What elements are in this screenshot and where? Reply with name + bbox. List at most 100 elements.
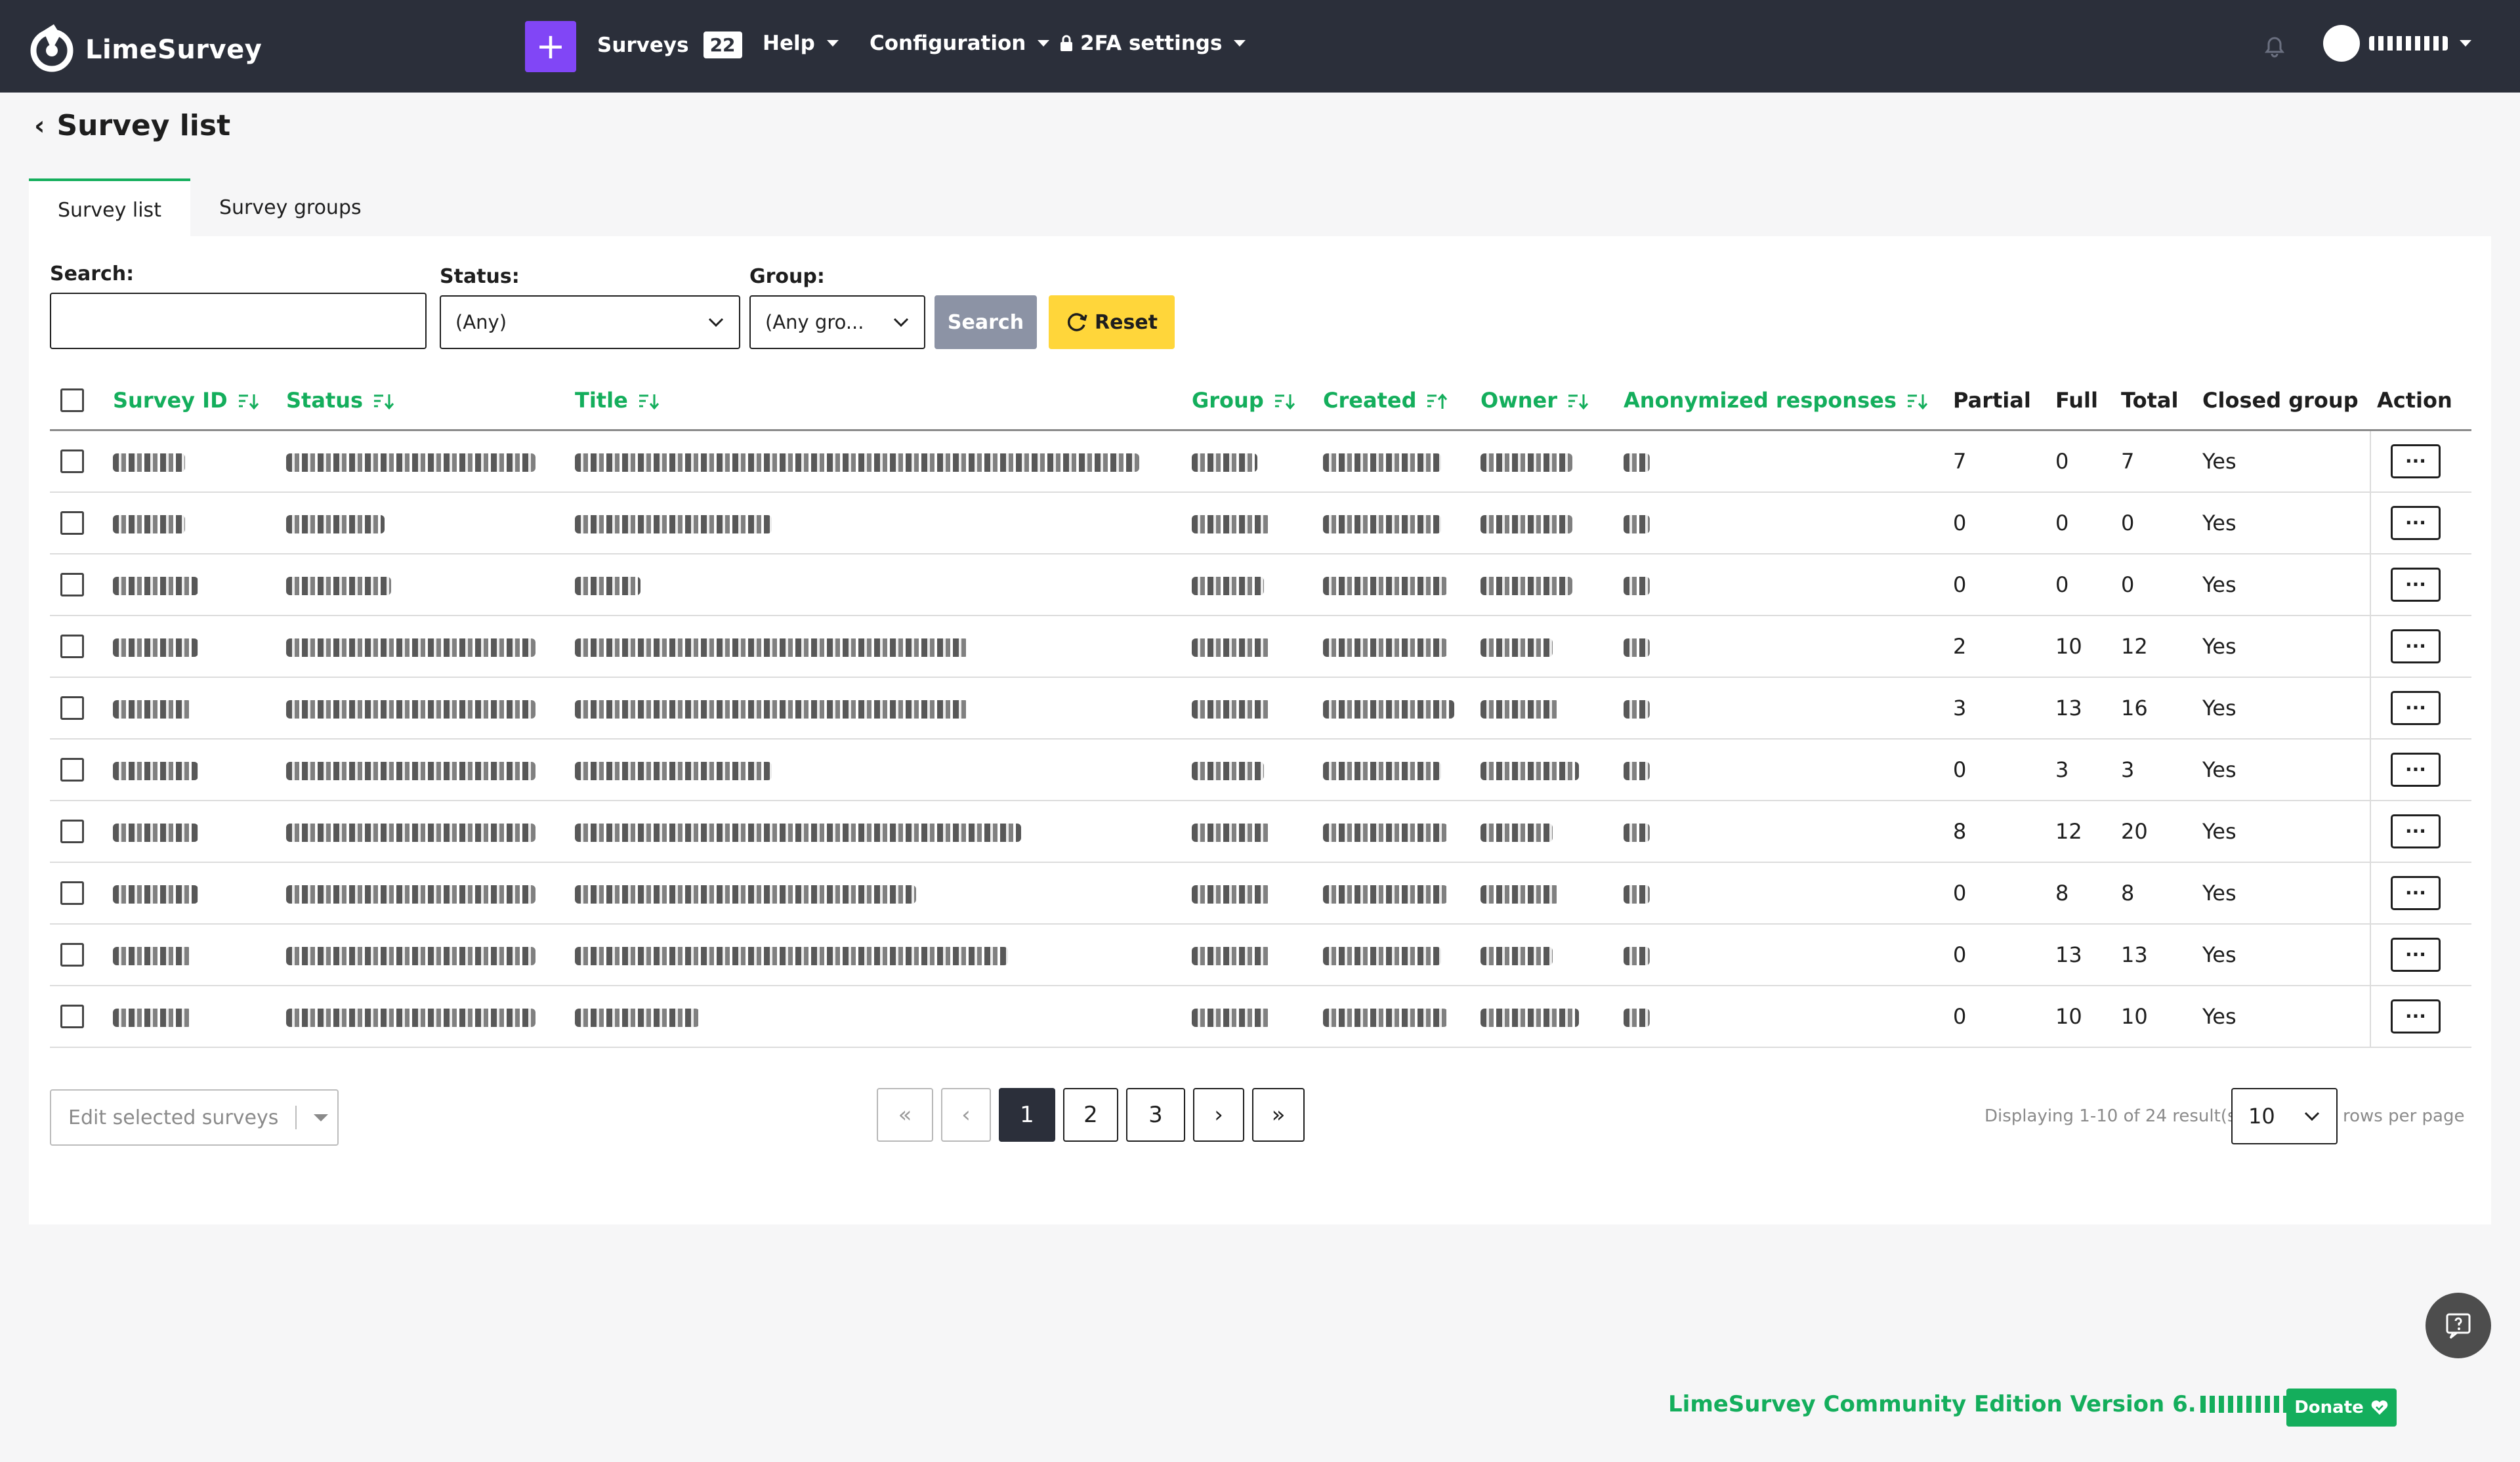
cell-partial: 0 [1953, 492, 2055, 554]
cell-title [575, 739, 1192, 801]
group-label: Group: [749, 265, 825, 288]
nav-surveys[interactable]: Surveys 22 [597, 31, 742, 58]
redacted-owner [1480, 638, 1553, 657]
row-checkbox[interactable] [60, 758, 84, 782]
search-label: Search: [50, 262, 135, 285]
row-actions-button[interactable]: ··· [2391, 753, 2441, 787]
cell-survey-id [113, 739, 286, 801]
column-title[interactable]: Title [575, 371, 1192, 431]
surveys-count-badge: 22 [703, 31, 742, 58]
search-input[interactable] [50, 293, 427, 349]
row-checkbox[interactable] [60, 635, 84, 658]
survey-list-card: Search: Status: (Any) Group: (Any gro...… [29, 236, 2491, 1224]
prev-page-button[interactable]: ‹ [941, 1088, 991, 1142]
row-actions-button[interactable]: ··· [2391, 999, 2441, 1034]
last-page-button[interactable]: » [1252, 1088, 1305, 1142]
row-actions-button[interactable]: ··· [2391, 691, 2441, 725]
column-anonymized-responses[interactable]: Anonymized responses [1624, 371, 1953, 431]
row-checkbox[interactable] [60, 881, 84, 905]
donate-button[interactable]: Donate [2286, 1389, 2397, 1427]
tab-survey-groups[interactable]: Survey groups [190, 178, 390, 239]
row-checkbox[interactable] [60, 820, 84, 843]
table-row[interactable]: 0 0 0 Yes ··· [50, 554, 2471, 616]
create-survey-button[interactable]: + [525, 21, 576, 72]
table-row[interactable]: 0 13 13 Yes ··· [50, 924, 2471, 986]
user-menu[interactable] [2323, 25, 2471, 62]
cell-owner [1480, 677, 1624, 740]
row-actions-button[interactable]: ··· [2391, 938, 2441, 972]
group-select-value: (Any gro... [765, 311, 864, 333]
cell-anonymized [1624, 554, 1953, 616]
cell-title [575, 986, 1192, 1048]
notification-bell-icon[interactable] [2264, 35, 2285, 58]
rows-per-page-select[interactable]: 10 [2231, 1088, 2338, 1144]
lock-icon [1060, 35, 1072, 51]
pagination: « ‹ 1 2 3 › » [877, 1088, 1312, 1142]
redacted-status [286, 947, 536, 965]
table-row[interactable]: 2 10 12 Yes ··· [50, 616, 2471, 678]
row-checkbox[interactable] [60, 1005, 84, 1028]
redacted-owner [1480, 947, 1553, 965]
cell-status [286, 430, 575, 493]
reset-button[interactable]: Reset [1049, 295, 1175, 349]
version-label[interactable]: LimeSurvey Community Edition Version 6. [1668, 1391, 2355, 1417]
redacted-title [575, 824, 1021, 842]
nav-help[interactable]: Help [763, 31, 839, 55]
edit-selected-surveys-dropdown[interactable]: Edit selected surveys [50, 1089, 339, 1146]
row-checkbox[interactable] [60, 696, 84, 720]
table-row[interactable]: 7 0 7 Yes ··· [50, 430, 2471, 493]
row-actions-button[interactable]: ··· [2391, 568, 2441, 602]
more-dots-icon: ··· [2405, 512, 2426, 533]
table-row[interactable]: 8 12 20 Yes ··· [50, 801, 2471, 863]
tab-survey-list[interactable]: Survey list [29, 178, 190, 239]
nav-configuration[interactable]: Configuration [870, 31, 1050, 55]
select-all-checkbox[interactable] [60, 388, 84, 412]
sort-descending-icon [1568, 394, 1589, 410]
column-survey-id[interactable]: Survey ID [113, 371, 286, 431]
table-row[interactable]: 0 8 8 Yes ··· [50, 862, 2471, 925]
row-checkbox[interactable] [60, 511, 84, 535]
more-dots-icon: ··· [2405, 1005, 2426, 1027]
redacted-owner [1480, 824, 1553, 842]
cell-survey-id [113, 616, 286, 678]
column-status[interactable]: Status [286, 371, 575, 431]
help-chat-button[interactable] [2426, 1293, 2491, 1358]
table-row[interactable]: 3 13 16 Yes ··· [50, 677, 2471, 740]
row-checkbox[interactable] [60, 573, 84, 596]
column-owner[interactable]: Owner [1480, 371, 1624, 431]
row-actions-button[interactable]: ··· [2391, 876, 2441, 910]
limesurvey-logo[interactable]: LimeSurvey [26, 18, 262, 75]
column-created[interactable]: Created [1323, 371, 1480, 431]
redacted-anonymized [1624, 515, 1650, 533]
nav-help-label: Help [763, 31, 815, 55]
redacted-title [575, 700, 969, 719]
survey-table: Survey ID Status Title Group Created Own… [50, 371, 2471, 1048]
row-checkbox[interactable] [60, 449, 84, 473]
redacted-anonymized [1624, 1009, 1650, 1027]
cell-owner [1480, 801, 1624, 863]
row-actions-button[interactable]: ··· [2391, 814, 2441, 848]
first-page-button[interactable]: « [877, 1088, 933, 1142]
table-row[interactable]: 0 3 3 Yes ··· [50, 739, 2471, 801]
redacted-survey-id [113, 762, 198, 780]
next-page-button[interactable]: › [1193, 1088, 1244, 1142]
group-select[interactable]: (Any gro... [749, 295, 925, 349]
search-button[interactable]: Search [934, 295, 1037, 349]
column-group[interactable]: Group [1192, 371, 1323, 431]
row-actions-button[interactable]: ··· [2391, 444, 2441, 478]
row-actions-button[interactable]: ··· [2391, 506, 2441, 540]
table-row[interactable]: 0 0 0 Yes ··· [50, 492, 2471, 554]
cell-total: 3 [2121, 739, 2202, 801]
row-checkbox[interactable] [60, 943, 84, 967]
status-select[interactable]: (Any) [440, 295, 740, 349]
cell-status [286, 616, 575, 678]
donate-label: Donate [2294, 1398, 2364, 1417]
redacted-group [1192, 577, 1264, 595]
row-actions-button[interactable]: ··· [2391, 629, 2441, 663]
page-1-button[interactable]: 1 [999, 1088, 1055, 1142]
nav-2fa-settings[interactable]: 2FA settings [1059, 31, 1246, 55]
chevron-left-icon[interactable]: ‹ [34, 111, 45, 141]
page-3-button[interactable]: 3 [1126, 1088, 1185, 1142]
table-row[interactable]: 0 10 10 Yes ··· [50, 986, 2471, 1048]
page-2-button[interactable]: 2 [1063, 1088, 1118, 1142]
